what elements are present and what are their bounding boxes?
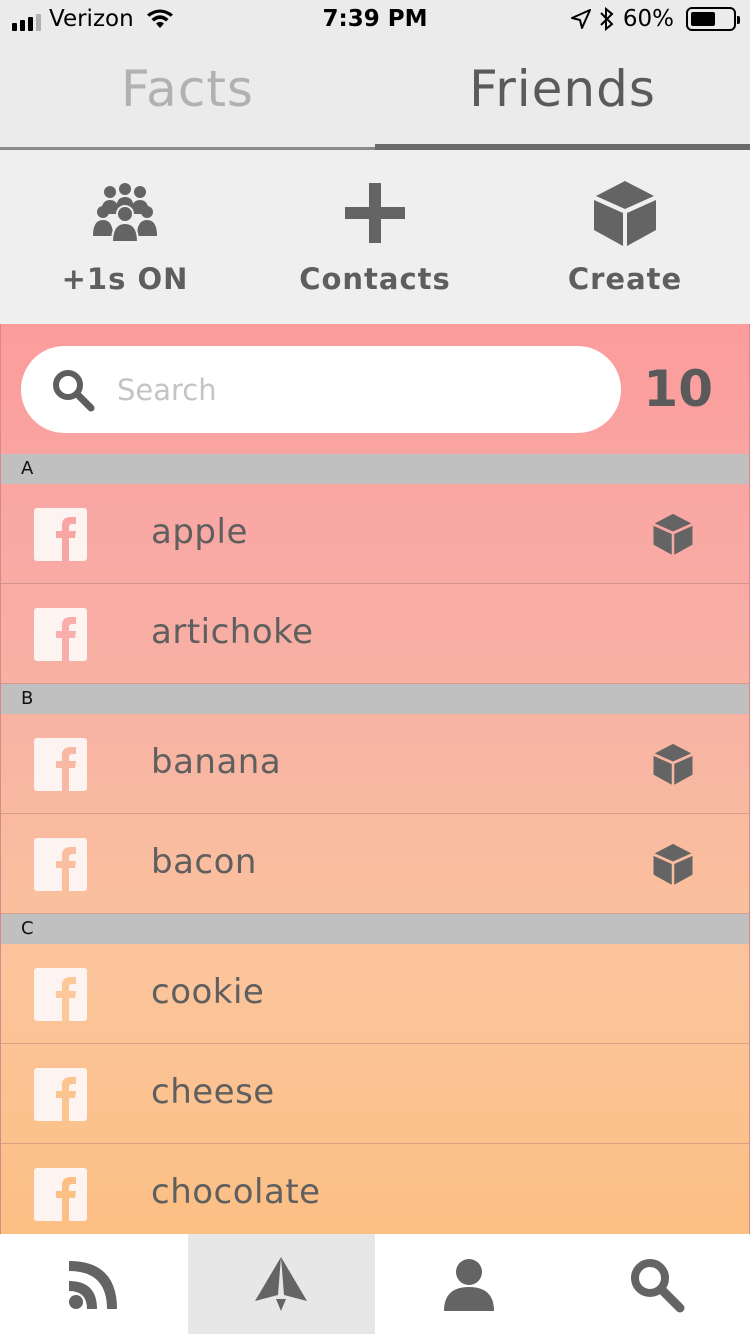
plus-icon	[345, 183, 405, 243]
status-bar: Verizon 7:39 PM 60%	[0, 0, 750, 40]
section-header-c: C	[1, 914, 749, 944]
list-item[interactable]: artichoke	[1, 584, 749, 684]
list-item-label: chocolate	[151, 1172, 321, 1212]
list-item[interactable]: bacon	[1, 814, 749, 914]
facebook-icon	[34, 1168, 87, 1221]
contacts-button[interactable]: Contacts	[250, 150, 500, 324]
facebook-icon	[34, 738, 87, 791]
paper-plane-icon	[255, 1257, 308, 1311]
bluetooth-icon	[600, 7, 614, 31]
top-tabs: Facts Friends	[0, 40, 750, 150]
contacts-label: Contacts	[299, 262, 451, 296]
facebook-icon	[34, 1068, 87, 1121]
battery-fill	[691, 12, 715, 26]
list-item-label: cookie	[151, 972, 265, 1012]
search-row: 10	[1, 324, 749, 454]
location-arrow-icon	[570, 9, 591, 29]
rss-feed-icon	[68, 1261, 117, 1309]
search-bar[interactable]	[21, 346, 621, 433]
list-item-label: artichoke	[151, 612, 314, 652]
list-item[interactable]: banana	[1, 714, 749, 814]
list-item[interactable]: chocolate	[1, 1144, 749, 1234]
facebook-icon	[34, 508, 87, 561]
ones-on-label: +1s ON	[61, 262, 189, 296]
nav-send[interactable]	[187, 1234, 375, 1334]
list-item[interactable]: apple	[1, 484, 749, 584]
ones-on-button[interactable]: +1s ON	[0, 150, 250, 324]
facebook-icon	[34, 838, 87, 891]
facebook-icon	[34, 608, 87, 661]
list-item-label: apple	[151, 512, 248, 552]
section-header-a: A	[1, 454, 749, 484]
action-row: +1s ON Contacts Create	[0, 150, 750, 324]
battery-icon	[686, 7, 740, 31]
facebook-icon	[34, 968, 87, 1021]
battery-percent: 60%	[622, 6, 674, 32]
search-icon	[631, 1259, 685, 1313]
list-item-label: bacon	[151, 842, 257, 882]
list-item[interactable]: cookie	[1, 944, 749, 1044]
cube-icon	[653, 843, 693, 885]
cube-icon	[653, 513, 693, 555]
cube-icon	[594, 181, 656, 246]
nav-search[interactable]	[563, 1234, 750, 1334]
group-icon	[93, 183, 157, 243]
create-label: Create	[567, 262, 683, 296]
nav-feed[interactable]	[0, 1234, 188, 1334]
tab-facts[interactable]: Facts	[0, 40, 375, 150]
bottom-nav	[0, 1234, 750, 1334]
friends-count: 10	[643, 360, 713, 418]
status-right: 60%	[570, 6, 740, 32]
section-header-b: B	[1, 684, 749, 714]
search-input[interactable]	[117, 372, 577, 407]
friends-list: 10 A apple artichoke B banana bacon	[0, 324, 750, 1234]
list-item-label: cheese	[151, 1072, 275, 1112]
cube-icon	[653, 743, 693, 785]
nav-profile[interactable]	[375, 1234, 563, 1334]
list-item[interactable]: cheese	[1, 1044, 749, 1144]
person-icon	[443, 1259, 494, 1311]
magnifier-icon	[53, 369, 95, 411]
create-button[interactable]: Create	[500, 150, 750, 324]
tab-friends[interactable]: Friends	[375, 40, 750, 150]
list-item-label: banana	[151, 742, 282, 782]
